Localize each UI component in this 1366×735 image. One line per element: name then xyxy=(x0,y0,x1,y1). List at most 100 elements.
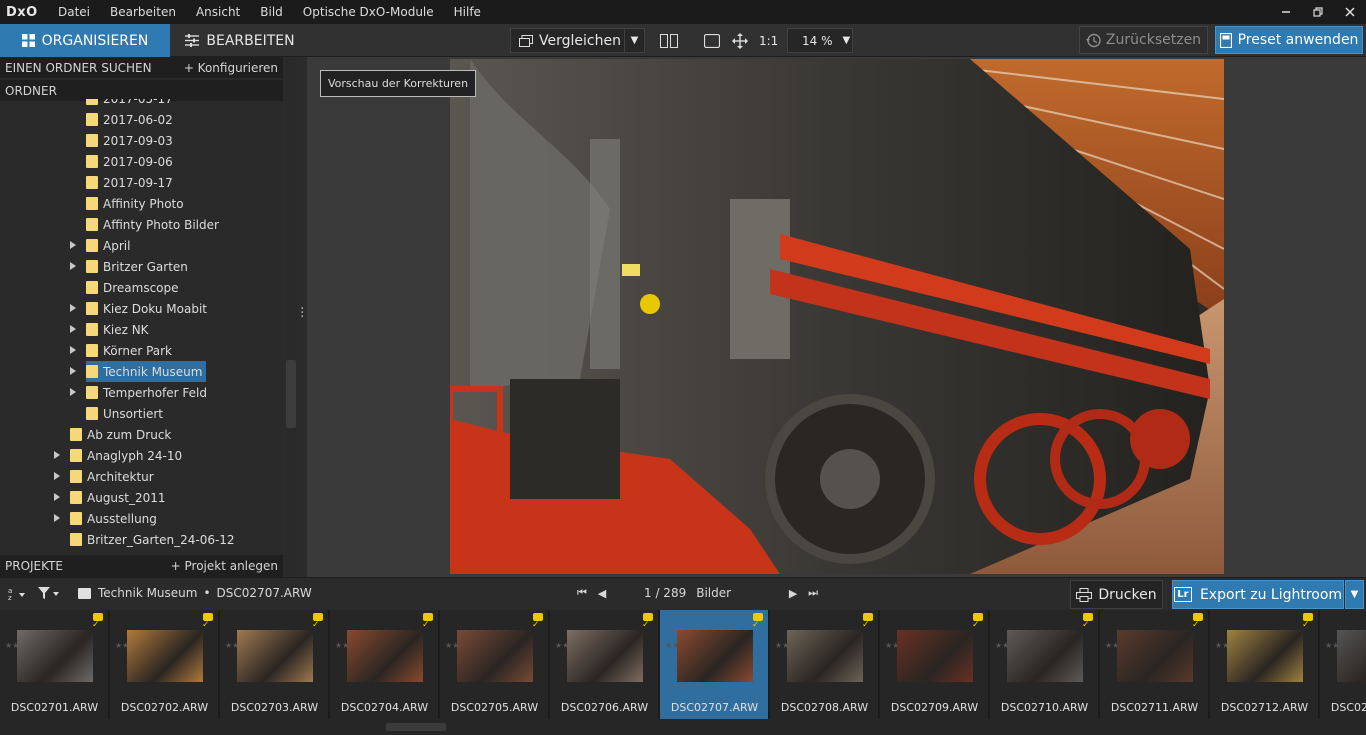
fit-screen-icon[interactable] xyxy=(704,30,720,52)
thumbnail[interactable]: ★★★★★ ✓ DSC02710.ARW xyxy=(990,610,1099,719)
panel-splitter-handle[interactable]: · · · xyxy=(300,302,304,324)
folder-item[interactable]: 2017-09-17 xyxy=(86,172,173,193)
folder-item[interactable]: April xyxy=(70,235,130,256)
thumbnail[interactable]: ★★★★★✓DSC02713.ARW xyxy=(1320,610,1366,719)
folder-item[interactable]: Technik Museum xyxy=(70,361,207,382)
menu-datei[interactable]: Datei xyxy=(48,5,100,19)
thumbnail[interactable]: ★★★★★ ✓ DSC02702.ARW xyxy=(110,610,219,719)
tab-edit[interactable]: BEARBEITEN xyxy=(170,24,310,57)
folder-item[interactable]: August_2011 xyxy=(54,487,166,508)
print-button[interactable]: Drucken xyxy=(1070,580,1163,609)
folder-tree-scrollbar[interactable] xyxy=(285,57,297,577)
filmstrip-scrollbar[interactable] xyxy=(0,719,1366,735)
rating-stars-icon[interactable]: ★★★★★ xyxy=(665,640,701,651)
folder-item[interactable]: Unsortiert xyxy=(86,403,163,424)
export-lightroom-button[interactable]: Lr Export zu Lightroom xyxy=(1172,580,1344,609)
reset-button[interactable]: Zurücksetzen xyxy=(1079,26,1208,54)
menu-ansicht[interactable]: Ansicht xyxy=(186,5,250,19)
expand-arrow-icon[interactable] xyxy=(54,493,60,501)
breadcrumb-folder[interactable]: Technik Museum xyxy=(98,586,197,600)
rating-stars-icon[interactable]: ★★★★★ xyxy=(1105,640,1141,651)
rating-stars-icon[interactable]: ★★★★★ xyxy=(225,640,261,651)
menu-hilfe[interactable]: Hilfe xyxy=(444,5,491,19)
folder-item[interactable]: 2017-09-03 xyxy=(86,130,173,151)
folder-search-header[interactable]: EINEN ORDNER SUCHEN + Konfigurieren xyxy=(0,57,283,78)
folder-item[interactable]: 2017-09-06 xyxy=(86,151,173,172)
export-dropdown-icon[interactable]: ▼ xyxy=(1345,580,1364,609)
thumbnail[interactable]: ★★★★★ ✓ DSC02705.ARW xyxy=(440,610,549,719)
folder-item[interactable]: Affinity Photo xyxy=(86,193,184,214)
tab-organize[interactable]: ORGANISIEREN xyxy=(0,24,170,57)
expand-arrow-icon[interactable] xyxy=(54,451,60,459)
expand-arrow-icon[interactable] xyxy=(54,514,60,522)
sort-icon[interactable]: az xyxy=(8,587,28,604)
folder-tree-scroll-thumb[interactable] xyxy=(286,360,296,428)
rating-stars-icon[interactable]: ★★★★★ xyxy=(555,640,591,651)
zoom-select[interactable]: 14 % ▼ xyxy=(787,28,853,53)
projects-header[interactable]: PROJEKTE + Projekt anlegen xyxy=(0,555,283,577)
folder-item[interactable]: Dreamscope xyxy=(86,277,179,298)
rating-stars-icon[interactable]: ★★★★★ xyxy=(335,640,371,651)
folder-item[interactable]: Affinty Photo Bilder xyxy=(86,214,219,235)
restore-icon[interactable] xyxy=(1302,0,1334,24)
configure-link[interactable]: + Konfigurieren xyxy=(184,61,278,75)
expand-arrow-icon[interactable] xyxy=(70,262,76,270)
minimize-icon[interactable] xyxy=(1270,0,1302,24)
apply-preset-button[interactable]: Preset anwenden xyxy=(1215,26,1363,54)
first-image-icon[interactable]: ⏮ xyxy=(572,586,592,600)
expand-arrow-icon[interactable] xyxy=(70,346,76,354)
compare-button[interactable]: Vergleichen ▼ xyxy=(510,28,645,53)
expand-arrow-icon[interactable] xyxy=(70,388,76,396)
folder-item[interactable]: 2017-05-17 xyxy=(86,99,173,109)
previous-image-icon[interactable]: ◀ xyxy=(592,587,612,600)
folder-item[interactable]: Körner Park xyxy=(70,340,172,361)
rating-stars-icon[interactable]: ★★★★★ xyxy=(775,640,811,651)
expand-arrow-icon[interactable] xyxy=(70,325,76,333)
rating-stars-icon[interactable]: ★★★★★ xyxy=(115,640,151,651)
split-view-icon[interactable] xyxy=(660,30,678,52)
next-image-icon[interactable]: ▶ xyxy=(783,587,803,600)
close-icon[interactable] xyxy=(1334,0,1366,24)
thumbnail[interactable]: ★★★★★ ✓ DSC02712.ARW xyxy=(1210,610,1319,719)
thumbnail[interactable]: ★★★★★ ✓ DSC02708.ARW xyxy=(770,610,879,719)
thumbnail[interactable]: ★★★★★ ✓ DSC02703.ARW xyxy=(220,610,329,719)
expand-arrow-icon[interactable] xyxy=(54,472,60,480)
folder-item[interactable]: Anaglyph 24-10 xyxy=(54,445,182,466)
main-photo-preview[interactable] xyxy=(450,59,1224,574)
menu-bild[interactable]: Bild xyxy=(250,5,293,19)
folder-item[interactable]: 2017-06-02 xyxy=(86,109,173,130)
folder-item[interactable]: Britzer_Garten_24-06-12 xyxy=(70,529,235,550)
menu-optische-module[interactable]: Optische DxO-Module xyxy=(293,5,444,19)
folders-header[interactable]: ORDNER xyxy=(0,80,283,101)
compare-dropdown-icon[interactable]: ▼ xyxy=(624,29,644,52)
rating-stars-icon[interactable]: ★★★★★ xyxy=(5,640,41,651)
rating-stars-icon[interactable]: ★★★★★ xyxy=(1215,640,1251,651)
thumbnail[interactable]: ★★★★★ ✓ DSC02711.ARW xyxy=(1100,610,1209,719)
expand-arrow-icon[interactable] xyxy=(70,304,76,312)
folder-item[interactable]: Kiez NK xyxy=(70,319,149,340)
expand-arrow-icon[interactable] xyxy=(70,367,76,375)
folder-item[interactable]: Britzer Garten xyxy=(70,256,188,277)
folder-item[interactable]: Ab zum Druck xyxy=(70,424,171,445)
expand-arrow-icon[interactable] xyxy=(70,241,76,249)
create-project-link[interactable]: + Projekt anlegen xyxy=(171,559,278,573)
folder-item[interactable]: Ausstellung xyxy=(54,508,157,529)
thumbnail[interactable]: ★★★★★ ✓ DSC02706.ARW xyxy=(550,610,659,719)
folder-item[interactable]: Architektur xyxy=(54,466,154,487)
rating-stars-icon[interactable]: ★★★★★ xyxy=(995,640,1031,651)
last-image-icon[interactable]: ⏭ xyxy=(803,586,823,600)
folder-item[interactable]: Kiez Doku Moabit xyxy=(70,298,207,319)
menu-bearbeiten[interactable]: Bearbeiten xyxy=(100,5,186,19)
thumbnail[interactable]: ★★★★★ ✓ DSC02707.ARW xyxy=(660,610,769,719)
thumbnail[interactable]: ★★★★★ ✓ DSC02704.ARW xyxy=(330,610,439,719)
zoom-one-to-one-button[interactable]: 1:1 xyxy=(759,30,778,52)
folder-item[interactable]: Temperhofer Feld xyxy=(70,382,207,403)
filmstrip-scroll-thumb[interactable] xyxy=(386,723,446,731)
rating-stars-icon[interactable]: ★★★★★ xyxy=(885,640,921,651)
pan-move-icon[interactable] xyxy=(732,30,748,52)
thumbnail[interactable]: ★★★★★ ✓ DSC02701.ARW xyxy=(0,610,109,719)
filter-icon[interactable] xyxy=(38,586,60,603)
rating-stars-icon[interactable]: ★★★★★ xyxy=(445,640,481,651)
rating-stars-icon[interactable]: ★★★★★ xyxy=(1325,640,1361,651)
thumbnail[interactable]: ★★★★★ ✓ DSC02709.ARW xyxy=(880,610,989,719)
